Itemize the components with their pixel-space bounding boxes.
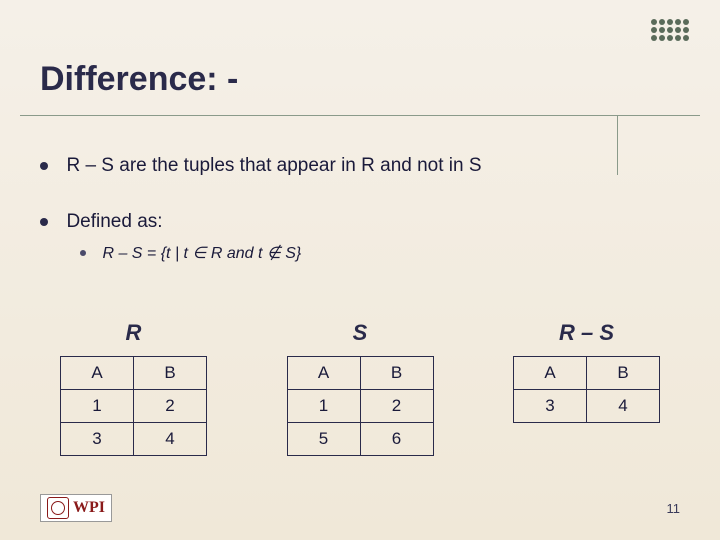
cell: 6 xyxy=(360,423,433,456)
bullet-2: Defined as: R – S = {t | t ∈ R and t ∉ S… xyxy=(40,211,680,263)
table-name-RS: R – S xyxy=(513,320,660,346)
table-R: A B 1 2 3 4 xyxy=(60,356,207,456)
bullet-1-text: R – S are the tuples that appear in R an… xyxy=(66,155,481,176)
col-header: A xyxy=(287,357,360,390)
bullet-dot-icon xyxy=(40,218,48,226)
bullet-dot-icon xyxy=(40,162,48,170)
table-name-R: R xyxy=(60,320,207,346)
cell: 1 xyxy=(287,390,360,423)
table-header-row: A B xyxy=(514,357,660,390)
bullet-dot-icon xyxy=(80,250,86,256)
col-header: B xyxy=(587,357,660,390)
wpi-logo: WPI xyxy=(40,494,112,522)
table-group-R: R A B 1 2 3 4 xyxy=(60,320,207,456)
col-header: A xyxy=(61,357,134,390)
table-group-RS: R – S A B 3 4 xyxy=(513,320,660,456)
table-row: 1 2 xyxy=(61,390,207,423)
table-header-row: A B xyxy=(287,357,433,390)
table-S: A B 1 2 5 6 xyxy=(287,356,434,456)
table-row: 3 4 xyxy=(61,423,207,456)
tables-row: R A B 1 2 3 4 S A B 1 2 xyxy=(60,320,660,456)
cell: 1 xyxy=(61,390,134,423)
bullet-1: R – S are the tuples that appear in R an… xyxy=(40,155,680,177)
cell: 4 xyxy=(587,390,660,423)
sub-bullet: R – S = {t | t ∈ R and t ∉ S} xyxy=(80,243,680,263)
cell: 4 xyxy=(134,423,207,456)
wpi-seal-icon xyxy=(47,497,69,519)
corner-dots-decoration xyxy=(650,18,690,42)
col-header: B xyxy=(134,357,207,390)
slide-content: R – S are the tuples that appear in R an… xyxy=(40,155,680,297)
col-header: B xyxy=(360,357,433,390)
sub-bullet-text: R – S = {t | t ∈ R and t ∉ S} xyxy=(102,245,301,262)
table-name-S: S xyxy=(287,320,434,346)
wpi-text: WPI xyxy=(73,499,105,517)
bullet-2-text: Defined as: xyxy=(66,211,162,232)
cell: 3 xyxy=(514,390,587,423)
table-header-row: A B xyxy=(61,357,207,390)
cell: 2 xyxy=(360,390,433,423)
page-number: 11 xyxy=(667,501,681,516)
cell: 2 xyxy=(134,390,207,423)
title-underline xyxy=(20,115,700,116)
table-group-S: S A B 1 2 5 6 xyxy=(287,320,434,456)
cell: 3 xyxy=(61,423,134,456)
table-row: 3 4 xyxy=(514,390,660,423)
table-row: 5 6 xyxy=(287,423,433,456)
col-header: A xyxy=(514,357,587,390)
slide-title: Difference: - xyxy=(40,60,238,99)
table-RS: A B 3 4 xyxy=(513,356,660,423)
table-row: 1 2 xyxy=(287,390,433,423)
cell: 5 xyxy=(287,423,360,456)
